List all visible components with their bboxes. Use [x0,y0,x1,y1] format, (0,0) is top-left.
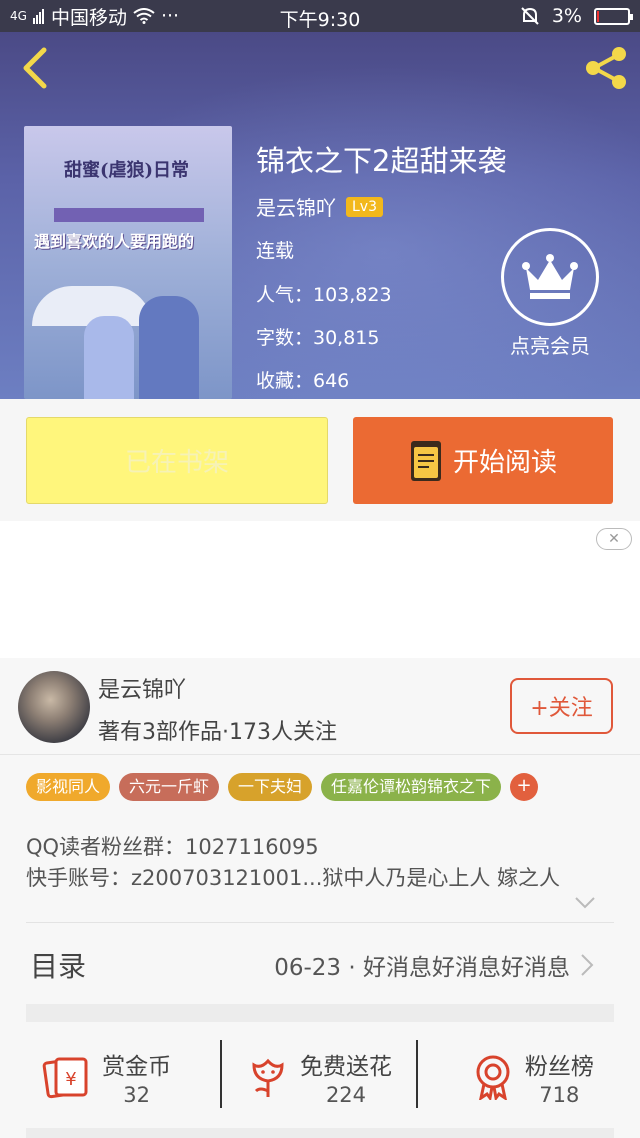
cover-figure [139,296,199,399]
start-reading-button[interactable]: 开始阅读 [353,417,613,504]
fan-ranking-button[interactable]: 粉丝榜 718 [427,1022,640,1132]
ad-close-button[interactable]: ✕ [596,528,632,550]
book-favorites: 收藏：646 [256,370,350,392]
section-gap [26,1004,614,1022]
status-time: 下午9:30 [279,9,361,31]
action-bar: 已在书架 开始阅读 [0,399,640,521]
toc-latest-chapter: 06-23 · 好消息好消息好消息 [274,955,570,981]
flower-label: 免费送花 [299,1054,392,1080]
back-icon[interactable] [16,46,56,90]
chevron-down-icon[interactable] [574,896,596,910]
intro-line: QQ读者粉丝群：1027116095 [26,835,319,859]
stat-divider [220,1040,222,1108]
book-icon [410,440,441,481]
book-word-count: 字数：30,815 [256,327,380,349]
reward-count: 32 [123,1083,151,1107]
vip-button[interactable]: 点亮会员 [500,228,600,359]
cover-title-text: 甜蜜(虐狼)日常 [64,160,190,181]
vip-label: 点亮会员 [510,334,590,358]
flower-count: 224 [325,1083,367,1107]
book-header: 甜蜜(虐狼)日常 遇到喜欢的人要用跑的 锦衣之下2超甜来袭 是云锦吖 Lv3 连… [0,32,640,399]
toc-label: 目录 [30,950,87,983]
in-shelf-button[interactable]: 已在书架 [26,417,328,504]
stat-divider [416,1040,418,1108]
tag-item[interactable]: 六元一斤虾 [119,773,220,801]
author-name[interactable]: 是云锦吖 [98,672,186,704]
cover-subtitle-text: 遇到喜欢的人要用跑的 [34,232,195,251]
author-card: 是云锦吖 著有3部作品·173人关注 +关注 影视同人 六元一斤虾 一下夫妇 任… [0,658,640,1138]
intro-line: 快手账号：z200703121001...狱中人乃是心上人 嫁之人 [26,866,561,890]
start-reading-label: 开始阅读 [452,448,557,478]
divider [0,754,640,755]
author-works: 著有3部作品·173人关注 [98,720,337,745]
book-title: 锦衣之下2超甜来袭 [256,144,507,178]
ad-area: ✕ [0,521,640,658]
fans-label: 粉丝榜 [524,1054,594,1080]
free-flower-button[interactable]: 免费送花 224 [213,1022,426,1132]
tag-item[interactable]: 影视同人 [26,773,111,801]
tag-more-button[interactable]: + [510,773,539,801]
tag-item[interactable]: 任嘉伦谭松韵锦衣之下 [321,773,502,801]
share-icon[interactable] [582,44,630,92]
book-intro[interactable]: QQ读者粉丝群：1027116095 快手账号：z200703121001...… [26,832,614,894]
chevron-right-icon [581,954,594,976]
tag-list: 影视同人 六元一斤虾 一下夫妇 任嘉伦谭松韵锦衣之下 + [26,773,539,801]
stats-bar: ¥ 赏金币 32 免费送花 224 粉丝榜 718 [0,1022,640,1132]
section-gap [26,1128,614,1138]
reward-coin-button[interactable]: ¥ 赏金币 32 [0,1022,213,1132]
avatar[interactable] [18,671,90,743]
red-envelope-icon: ¥ [42,1057,88,1099]
toc-row[interactable]: 目录 06-23 · 好消息好消息好消息 [0,923,640,1003]
svg-text:¥: ¥ [65,1069,76,1090]
status-bar: 4G 中国移动 ··· 下午9:30 3% [0,0,640,32]
flower-icon [252,1058,284,1097]
fans-count: 718 [539,1083,580,1107]
medal-icon [476,1055,510,1100]
cover-banner [54,208,204,222]
follow-button[interactable]: +关注 [510,678,613,734]
crown-icon [501,228,599,326]
book-popularity: 人气：103,823 [256,284,392,306]
book-status: 连载 [256,240,295,262]
tag-item[interactable]: 一下夫妇 [228,773,313,801]
author-level-badge: Lv3 [346,196,383,217]
book-author[interactable]: 是云锦吖 [256,192,336,221]
book-cover[interactable]: 甜蜜(虐狼)日常 遇到喜欢的人要用跑的 [24,126,232,399]
reward-label: 赏金币 [102,1054,172,1080]
cover-figure [84,316,134,399]
battery-icon [594,7,633,25]
